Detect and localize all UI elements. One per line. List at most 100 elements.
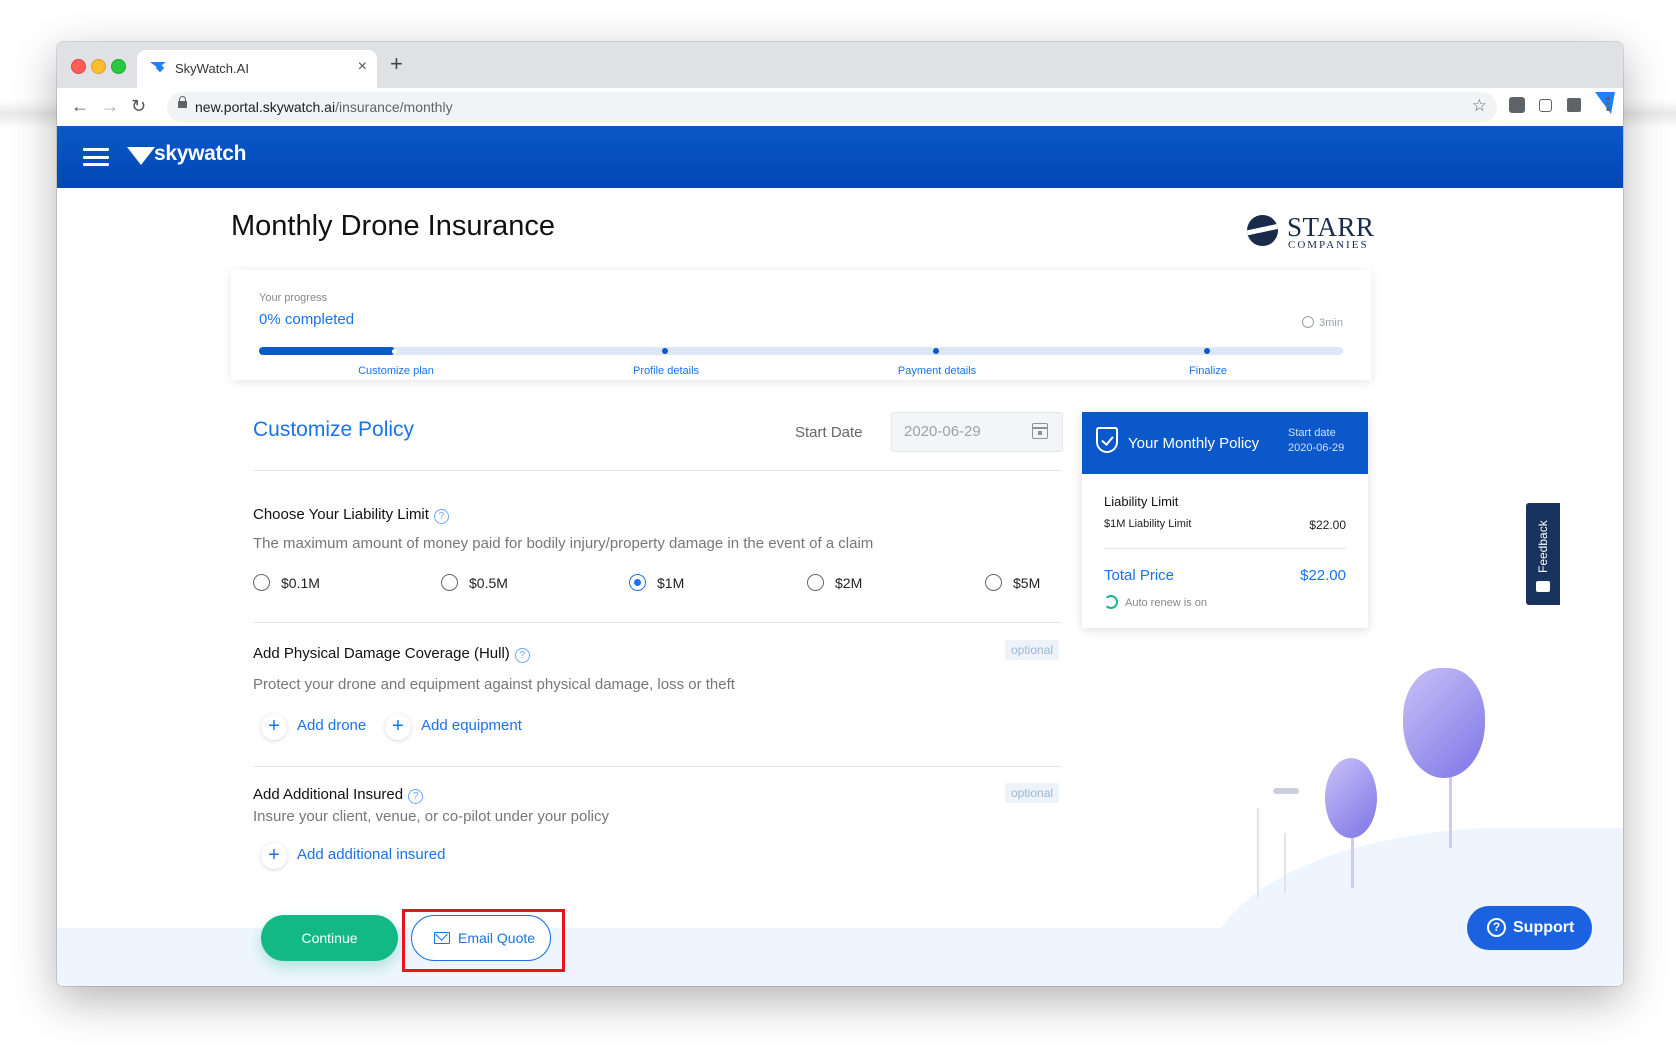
optional-badge: optional bbox=[1005, 783, 1060, 803]
additional-insured-description: Insure your client, venue, or co-pilot u… bbox=[253, 808, 610, 825]
step-dot-finalize bbox=[1204, 348, 1210, 354]
start-date-label: Start Date bbox=[795, 424, 863, 441]
add-equipment-button[interactable]: + Add equipment bbox=[385, 714, 535, 741]
extension-grid-icon[interactable] bbox=[1539, 99, 1552, 112]
url-host: new.portal.skywatch.ai bbox=[195, 99, 336, 115]
reload-icon[interactable]: ↻ bbox=[131, 96, 146, 117]
hull-description: Protect your drone and equipment against… bbox=[253, 676, 735, 693]
support-label: Support bbox=[1513, 919, 1575, 936]
add-drone-label: Add drone bbox=[297, 717, 367, 734]
hull-title-text: Add Physical Damage Coverage (Hull) bbox=[253, 645, 510, 662]
renew-icon bbox=[1104, 595, 1118, 609]
lock-icon bbox=[178, 96, 187, 108]
step-label-payment-details[interactable]: Payment details bbox=[898, 365, 976, 377]
hamburger-menu-icon[interactable] bbox=[83, 148, 109, 166]
plus-icon: + bbox=[261, 843, 287, 869]
feedback-label: Feedback bbox=[1536, 520, 1550, 573]
windmill-illustration bbox=[1257, 808, 1259, 898]
divider bbox=[253, 766, 1061, 767]
radio-label: $1M bbox=[657, 575, 685, 591]
calendar-icon[interactable] bbox=[1032, 423, 1048, 439]
radio-circle[interactable] bbox=[441, 574, 458, 591]
radio-label: $0.1M bbox=[281, 575, 320, 591]
policy-summary-header: Your Monthly Policy Start date 2020-06-2… bbox=[1082, 412, 1368, 474]
liability-title: Choose Your Liability Limit? bbox=[253, 506, 449, 524]
time-estimate: 3min bbox=[1302, 316, 1343, 329]
radio-circle[interactable] bbox=[985, 574, 1002, 591]
forward-arrow-icon[interactable]: → bbox=[101, 96, 119, 117]
progress-percent: 0% completed bbox=[259, 311, 355, 328]
add-equipment-label: Add equipment bbox=[421, 717, 522, 734]
new-tab-button[interactable]: + bbox=[390, 51, 403, 77]
liability-limit-item: $1M Liability Limit bbox=[1104, 518, 1192, 530]
back-arrow-icon[interactable]: ← bbox=[71, 96, 89, 117]
plus-icon: + bbox=[261, 714, 287, 740]
progress-label: Your progress bbox=[259, 292, 328, 304]
plus-icon: + bbox=[385, 714, 411, 740]
step-dot-profile-details bbox=[662, 348, 668, 354]
auto-renew-text: Auto renew is on bbox=[1125, 597, 1207, 609]
maximize-window-button[interactable] bbox=[111, 59, 126, 74]
help-icon[interactable]: ? bbox=[408, 789, 424, 804]
browser-menu-icon[interactable]: ⋮ bbox=[1599, 94, 1617, 115]
skywatch-favicon-icon bbox=[150, 62, 166, 68]
feedback-tab[interactable]: Feedback bbox=[1526, 503, 1560, 605]
clock-icon bbox=[1302, 316, 1315, 328]
shield-check-icon bbox=[1096, 427, 1118, 453]
start-date-input[interactable]: 2020-06-29 bbox=[891, 412, 1063, 452]
address-bar[interactable]: new.portal.skywatch.ai/insurance/monthly… bbox=[167, 92, 1497, 122]
optional-badge: optional bbox=[1005, 640, 1060, 660]
support-button[interactable]: ? Support bbox=[1467, 906, 1592, 950]
highlight-box bbox=[402, 909, 565, 972]
help-icon[interactable]: ? bbox=[514, 648, 530, 663]
liability-limit-heading: Liability Limit bbox=[1104, 494, 1179, 509]
divider bbox=[1104, 548, 1346, 549]
liability-limit-amount: $22.00 bbox=[1309, 518, 1346, 532]
customize-policy-title: Customize Policy bbox=[253, 418, 415, 441]
windmill-illustration bbox=[1284, 833, 1286, 893]
step-label-customize-plan[interactable]: Customize plan bbox=[358, 365, 434, 377]
extensions-puzzle-icon[interactable] bbox=[1567, 98, 1581, 112]
radio-label: $2M bbox=[835, 575, 863, 591]
policy-start-date-label: Start date bbox=[1288, 427, 1336, 439]
starr-logo-icon bbox=[1247, 215, 1278, 246]
hull-title: Add Physical Damage Coverage (Hull)? bbox=[253, 645, 530, 663]
close-window-button[interactable] bbox=[71, 59, 86, 74]
policy-summary-card: Your Monthly Policy Start date 2020-06-2… bbox=[1082, 412, 1368, 628]
radio-circle-selected[interactable] bbox=[629, 574, 646, 591]
tab-close-icon[interactable]: × bbox=[358, 58, 367, 76]
continue-button[interactable]: Continue bbox=[261, 915, 398, 961]
liability-title-text: Choose Your Liability Limit bbox=[253, 506, 429, 523]
policy-start-date-value: 2020-06-29 bbox=[1288, 442, 1345, 454]
app-header: skywatch bbox=[57, 126, 1623, 188]
add-additional-insured-button[interactable]: + Add additional insured bbox=[261, 843, 481, 870]
radio-circle[interactable] bbox=[253, 574, 270, 591]
additional-insured-title-text: Add Additional Insured bbox=[253, 786, 404, 803]
radio-circle[interactable] bbox=[807, 574, 824, 591]
url-text[interactable]: new.portal.skywatch.ai/insurance/monthly bbox=[195, 99, 453, 115]
policy-summary-title: Your Monthly Policy bbox=[1128, 435, 1260, 452]
minimize-window-button[interactable] bbox=[91, 59, 106, 74]
liability-description: The maximum amount of money paid for bod… bbox=[253, 535, 874, 552]
progress-card: Your progress 0% completed 3min Customiz… bbox=[231, 270, 1371, 380]
step-label-profile-details[interactable]: Profile details bbox=[633, 365, 699, 377]
tree-illustration bbox=[1325, 758, 1377, 838]
tab-strip: SkyWatch.AI × + bbox=[57, 42, 1623, 88]
url-path: /insurance/monthly bbox=[335, 99, 453, 115]
progress-track bbox=[259, 347, 1343, 355]
skywatch-logo-icon bbox=[127, 147, 155, 165]
step-label-finalize[interactable]: Finalize bbox=[1189, 365, 1227, 377]
total-price-label: Total Price bbox=[1104, 567, 1175, 584]
extension-icon[interactable] bbox=[1509, 97, 1525, 113]
help-icon[interactable]: ? bbox=[433, 509, 449, 524]
add-drone-button[interactable]: + Add drone bbox=[261, 714, 381, 741]
feedback-chat-icon bbox=[1536, 581, 1550, 592]
browser-tab[interactable]: SkyWatch.AI × bbox=[137, 50, 377, 88]
skywatch-logo-text[interactable]: skywatch bbox=[154, 142, 246, 166]
bookmark-star-icon[interactable]: ☆ bbox=[1472, 96, 1487, 116]
progress-fill bbox=[259, 347, 395, 355]
step-dot-customize-plan bbox=[392, 348, 397, 354]
divider bbox=[253, 622, 1061, 623]
additional-insured-title: Add Additional Insured? bbox=[253, 786, 424, 804]
radio-label: $0.5M bbox=[469, 575, 508, 591]
